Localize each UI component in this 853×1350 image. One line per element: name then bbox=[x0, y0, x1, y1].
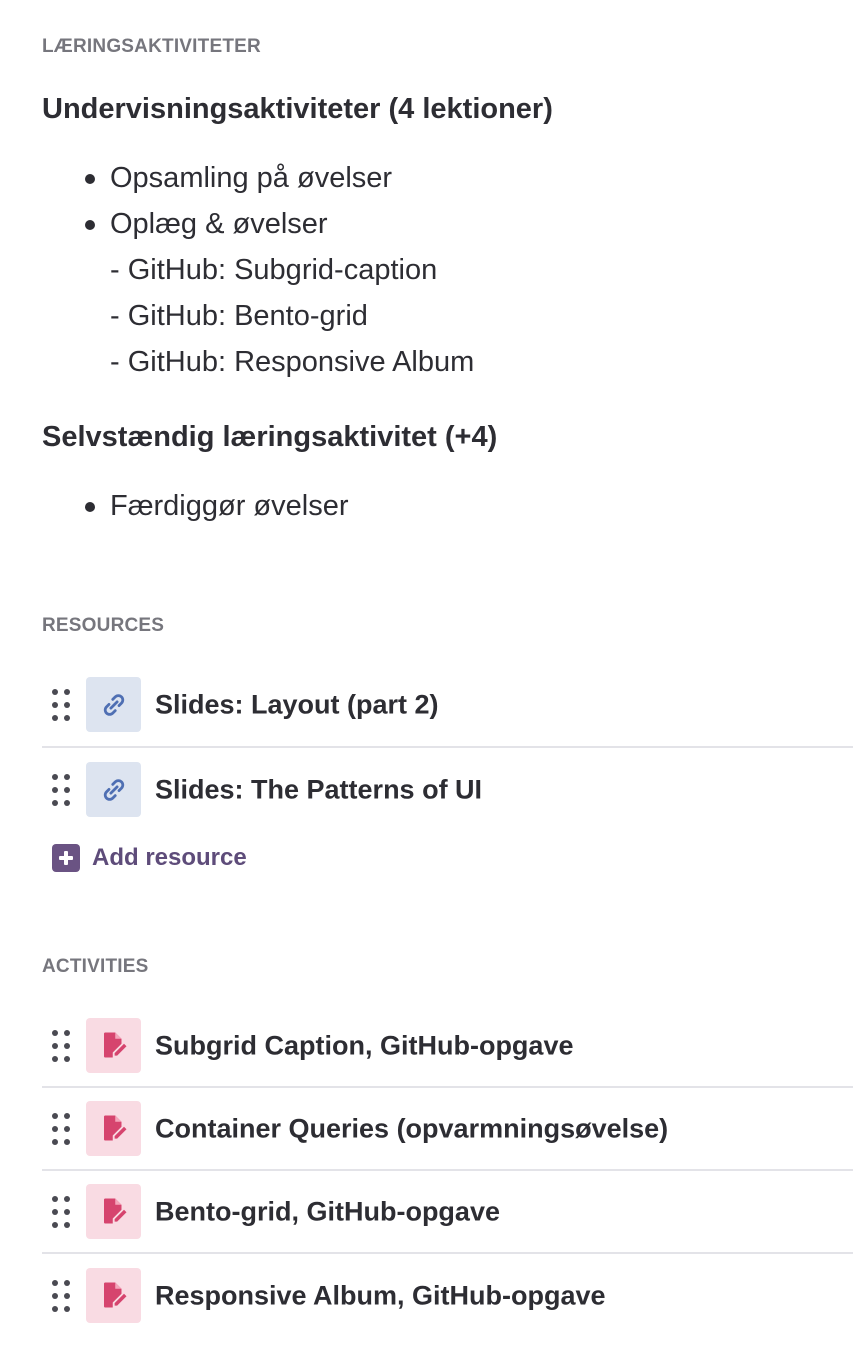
list-item: Færdiggør øvelser bbox=[82, 483, 349, 529]
assignment-icon bbox=[86, 1017, 141, 1073]
activity-row[interactable]: Responsive Album, GitHub-opgave bbox=[42, 1254, 853, 1337]
bullet-icon bbox=[85, 502, 95, 512]
section-label-learning: LÆRINGSAKTIVITETER bbox=[42, 36, 261, 57]
activity-list: Subgrid Caption, GitHub-opgave Container… bbox=[42, 1005, 853, 1337]
bullet-icon bbox=[85, 220, 95, 230]
section-label-activities: ACTIVITIES bbox=[42, 956, 149, 977]
sub-item-bento: - GitHub: Bento-grid bbox=[110, 300, 368, 332]
drag-handle-icon[interactable] bbox=[50, 774, 72, 806]
activity-row[interactable]: Container Queries (opvarmningsøvelse) bbox=[42, 1088, 853, 1171]
assignment-icon bbox=[86, 1267, 141, 1323]
bullet-icon bbox=[85, 174, 95, 184]
list-item: Opsamling på øvelser bbox=[82, 155, 474, 201]
self-study-heading: Selvstændig læringsaktivitet (+4) bbox=[42, 421, 498, 453]
resource-row[interactable]: Slides: The Patterns of UI bbox=[42, 748, 853, 832]
assignment-icon bbox=[86, 1100, 141, 1156]
activity-title[interactable]: Subgrid Caption, GitHub-opgave bbox=[155, 1030, 573, 1061]
drag-handle-icon[interactable] bbox=[50, 1029, 72, 1062]
activity-title[interactable]: Bento-grid, GitHub-opgave bbox=[155, 1196, 500, 1227]
link-icon bbox=[86, 762, 141, 817]
module-page: LÆRINGSAKTIVITETER Undervisningsaktivite… bbox=[0, 0, 853, 1350]
drag-handle-icon[interactable] bbox=[50, 1195, 72, 1228]
drag-handle-icon[interactable] bbox=[50, 1279, 72, 1312]
list-item-text: Opsamling på øvelser bbox=[110, 162, 393, 194]
resource-row[interactable]: Slides: Layout (part 2) bbox=[42, 664, 853, 748]
sub-item-subgrid: - GitHub: Subgrid-caption bbox=[110, 254, 438, 286]
plus-icon bbox=[52, 844, 80, 872]
resource-title[interactable]: Slides: Layout (part 2) bbox=[155, 690, 439, 721]
teaching-heading: Undervisningsaktiviteter (4 lektioner) bbox=[42, 93, 553, 125]
list-item-text: Færdiggør øvelser bbox=[110, 490, 349, 522]
activity-row[interactable]: Bento-grid, GitHub-opgave bbox=[42, 1171, 853, 1254]
assignment-icon bbox=[86, 1183, 141, 1239]
section-label-resources: RESOURCES bbox=[42, 615, 165, 636]
resource-title[interactable]: Slides: The Patterns of UI bbox=[155, 775, 482, 806]
drag-handle-icon[interactable] bbox=[50, 1112, 72, 1145]
activity-row[interactable]: Subgrid Caption, GitHub-opgave bbox=[42, 1005, 853, 1088]
list-item-text: Oplæg & øvelser bbox=[110, 208, 328, 240]
drag-handle-icon[interactable] bbox=[50, 689, 72, 721]
link-icon bbox=[86, 677, 141, 732]
resource-list: Slides: Layout (part 2) Slides: The Patt… bbox=[42, 664, 853, 832]
add-resource-button[interactable]: Add resource bbox=[52, 844, 247, 872]
sub-item-album: - GitHub: Responsive Album bbox=[110, 346, 475, 378]
list-item: Oplæg & øvelser - GitHub: Subgrid-captio… bbox=[82, 201, 474, 385]
self-study-list: Færdiggør øvelser bbox=[82, 483, 349, 529]
add-resource-label: Add resource bbox=[92, 844, 247, 871]
activity-title[interactable]: Responsive Album, GitHub-opgave bbox=[155, 1280, 606, 1311]
activity-title[interactable]: Container Queries (opvarmningsøvelse) bbox=[155, 1113, 668, 1144]
teaching-list: Opsamling på øvelser Oplæg & øvelser - G… bbox=[82, 155, 474, 385]
